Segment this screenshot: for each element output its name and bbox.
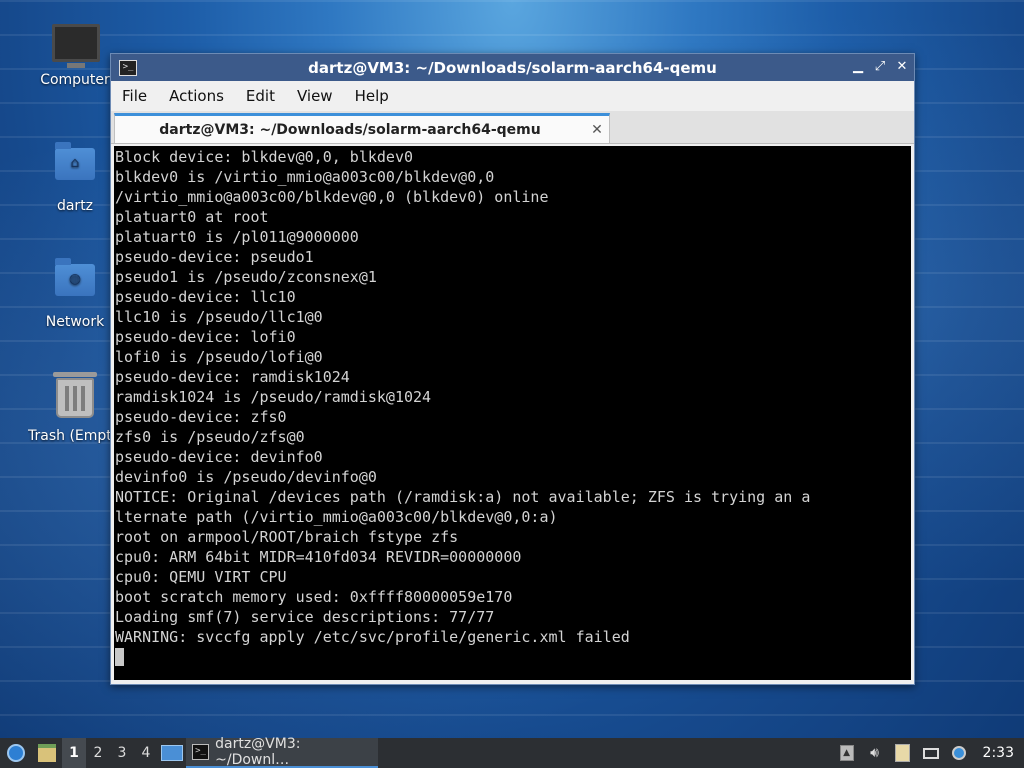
terminal-line: NOTICE: Original /devices path (/ramdisk… <box>115 488 811 506</box>
menu-file[interactable]: File <box>111 87 158 105</box>
maximize-button[interactable]: ⤢ <box>874 59 886 74</box>
terminal-line: pseudo-device: pseudo1 <box>115 248 314 266</box>
terminal-line: ramdisk1024 is /pseudo/ramdisk@1024 <box>115 388 432 406</box>
network-folder-icon: ◍ <box>52 258 98 310</box>
terminal-line: pseudo-device: ramdisk1024 <box>115 368 350 386</box>
window-title: dartz@VM3: ~/Downloads/solarm-aarch64-qe… <box>308 58 717 77</box>
terminal-line: Loading smf(7) service descriptions: 77/… <box>115 608 495 626</box>
workspace-3[interactable]: 3 <box>110 738 134 768</box>
terminal-line: zfs0 is /pseudo/zfs@0 <box>115 428 305 446</box>
terminal-line: cpu0: QEMU VIRT CPU <box>115 568 287 586</box>
update-notifier-icon[interactable]: ▲ <box>837 743 857 763</box>
desktop-icon-label: Computer <box>40 72 110 88</box>
terminal-icon: >_ <box>192 744 210 760</box>
menu-view[interactable]: View <box>286 87 344 105</box>
terminal-line: platuart0 at root <box>115 208 269 226</box>
task-label: dartz@VM3: ~/Downl… <box>215 736 301 768</box>
terminal-tab[interactable]: dartz@VM3: ~/Downloads/solarm-aarch64-qe… <box>114 113 610 143</box>
taskbar: 1 2 3 4 >_ dartz@VM3: ~/Downl… ▲ 🔊︎ 2:33 <box>0 736 1024 768</box>
show-desktop-button[interactable] <box>158 738 186 768</box>
start-menu-button[interactable] <box>0 738 32 768</box>
clipboard-icon[interactable] <box>893 743 913 763</box>
home-folder-icon: ⌂ <box>52 142 98 194</box>
terminal-line: /virtio_mmio@a003c00/blkdev@0,0 (blkdev0… <box>115 188 549 206</box>
desktop-icon-label: Trash (Empty) <box>28 428 111 444</box>
desktop-icon-home[interactable]: ⌂ dartz <box>27 140 123 214</box>
file-manager-launcher[interactable] <box>32 738 62 768</box>
terminal-line: pseudo-device: devinfo0 <box>115 448 323 466</box>
desktop-icon-network[interactable]: ◍ Network <box>27 256 123 330</box>
close-button[interactable]: ✕ <box>896 59 908 74</box>
tab-close-icon[interactable]: ✕ <box>585 122 609 138</box>
desktop-icon-trash[interactable]: Trash (Empty) <box>27 372 123 444</box>
tab-bar: dartz@VM3: ~/Downloads/solarm-aarch64-qe… <box>111 111 914 144</box>
volume-icon[interactable]: 🔊︎ <box>865 743 885 763</box>
clock[interactable]: 2:33 <box>977 745 1018 761</box>
terminal-line: pseudo-device: lofi0 <box>115 328 296 346</box>
notification-icon[interactable] <box>949 743 969 763</box>
window-titlebar[interactable]: >_ dartz@VM3: ~/Downloads/solarm-aarch64… <box>111 54 914 81</box>
taskbar-task-terminal[interactable]: >_ dartz@VM3: ~/Downl… <box>186 736 378 768</box>
terminal-line: WARNING: svccfg apply /etc/svc/profile/g… <box>115 628 630 646</box>
trash-icon <box>52 372 98 424</box>
terminal-line: blkdev0 is /virtio_mmio@a003c00/blkdev@0… <box>115 168 495 186</box>
menu-actions[interactable]: Actions <box>158 87 235 105</box>
menu-help[interactable]: Help <box>344 87 400 105</box>
desktop-icon-label: Network <box>45 314 105 330</box>
terminal-line: Block device: blkdev@0,0, blkdev0 <box>115 148 414 166</box>
system-tray: ▲ 🔊︎ 2:33 <box>837 743 1024 763</box>
network-status-icon[interactable] <box>921 743 941 763</box>
computer-icon <box>52 22 100 68</box>
terminal-window: >_ dartz@VM3: ~/Downloads/solarm-aarch64… <box>110 53 915 685</box>
show-desktop-icon <box>161 745 183 761</box>
terminal-line: llc10 is /pseudo/llc1@0 <box>115 308 323 326</box>
terminal-line: pseudo-device: zfs0 <box>115 408 287 426</box>
desktop-icon-computer[interactable]: Computer <box>27 22 123 88</box>
terminal-line: lofi0 is /pseudo/lofi@0 <box>115 348 323 366</box>
minimize-button[interactable]: ▁ <box>852 59 864 74</box>
tab-label: dartz@VM3: ~/Downloads/solarm-aarch64-qe… <box>159 121 541 138</box>
terminal-line: cpu0: ARM 64bit MIDR=410fd034 REVIDR=000… <box>115 548 522 566</box>
terminal-output[interactable]: Block device: blkdev@0,0, blkdev0 blkdev… <box>114 146 911 680</box>
workspace-1[interactable]: 1 <box>62 738 86 768</box>
file-manager-icon <box>38 744 56 762</box>
terminal-line: pseudo1 is /pseudo/zconsnex@1 <box>115 268 377 286</box>
menu-edit[interactable]: Edit <box>235 87 286 105</box>
workspace-2[interactable]: 2 <box>86 738 110 768</box>
terminal-line: boot scratch memory used: 0xffff80000059… <box>115 588 513 606</box>
terminal-line: platuart0 is /pl011@9000000 <box>115 228 359 246</box>
terminal-line: root on armpool/ROOT/braich fstype zfs <box>115 528 459 546</box>
terminal-line: lternate path (/virtio_mmio@a003c00/blkd… <box>115 508 558 526</box>
terminal-line: devinfo0 is /pseudo/devinfo@0 <box>115 468 377 486</box>
terminal-cursor <box>115 648 124 666</box>
terminal-text: Block device: blkdev@0,0, blkdev0 blkdev… <box>114 146 911 667</box>
lubuntu-logo-icon <box>7 744 25 762</box>
terminal-line: pseudo-device: llc10 <box>115 288 296 306</box>
workspace-4[interactable]: 4 <box>134 738 158 768</box>
desktop-icon-label: dartz <box>56 198 94 214</box>
menu-bar: File Actions Edit View Help <box>111 81 914 111</box>
